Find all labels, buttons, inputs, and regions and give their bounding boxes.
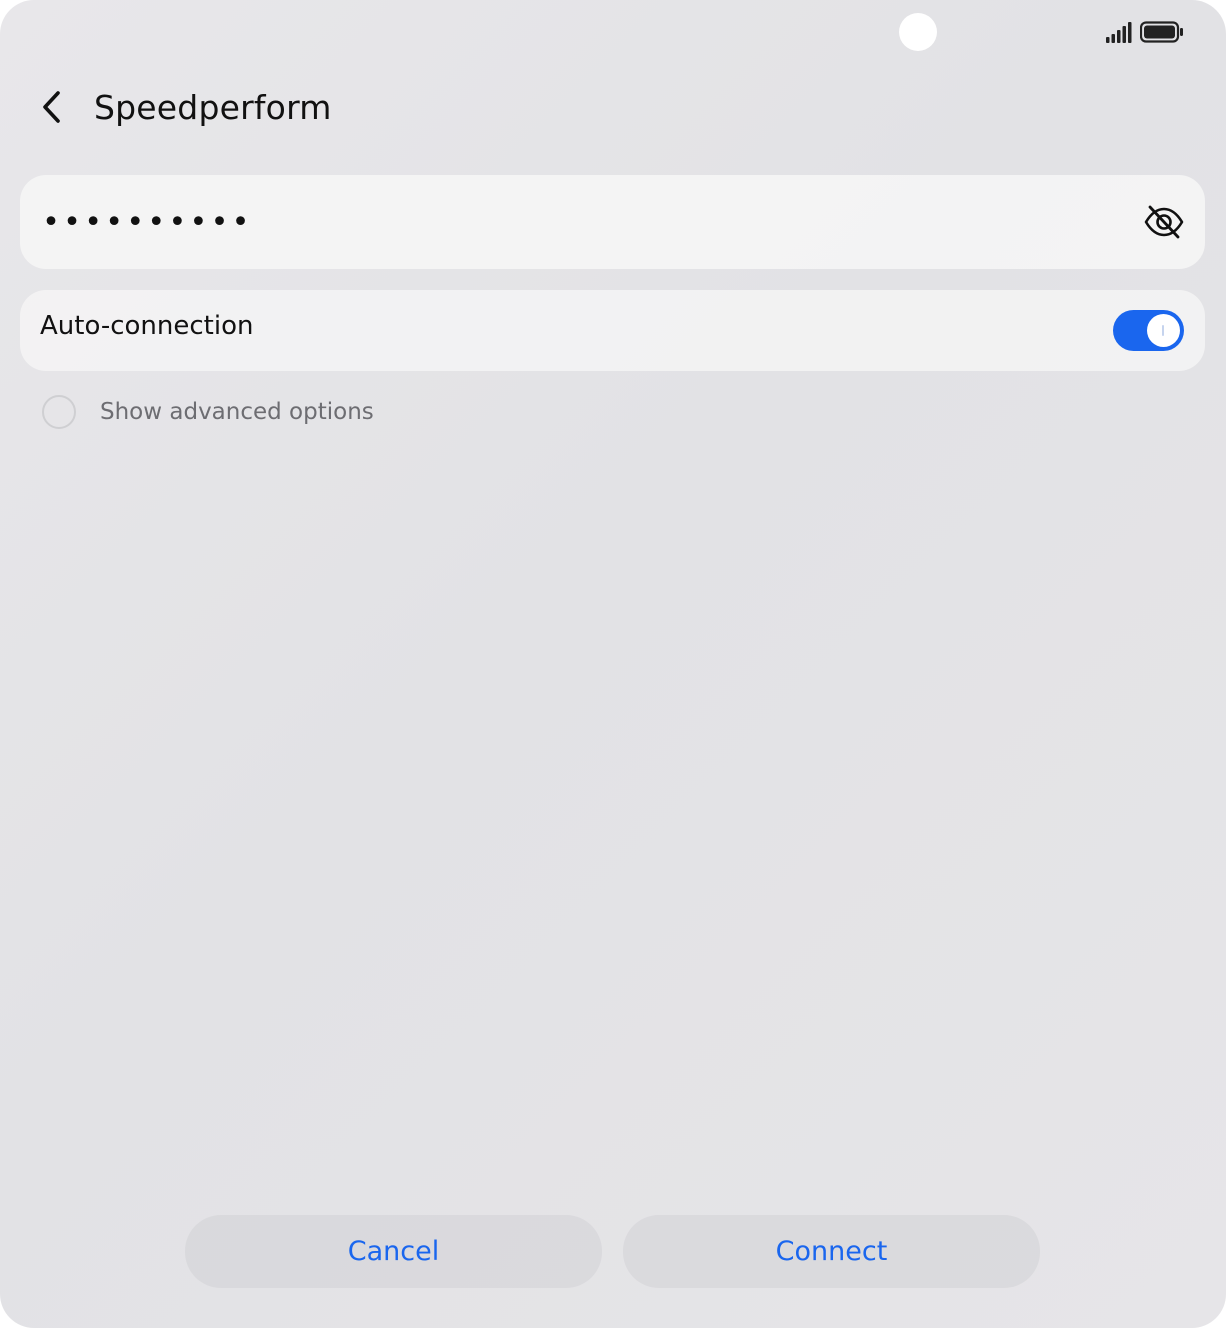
wifi-connect-screen: Speedperform Auto-connection Show advanc… (0, 0, 1226, 1328)
battery-full-icon (1140, 21, 1183, 43)
cancel-button[interactable]: Cancel (185, 1215, 602, 1288)
password-field-card (20, 175, 1205, 269)
auto-connection-toggle[interactable] (1113, 310, 1184, 351)
password-input[interactable] (42, 195, 1122, 249)
eye-off-icon (1144, 205, 1184, 239)
auto-connection-label: Auto-connection (40, 311, 254, 341)
toggle-knob (1147, 314, 1180, 347)
front-camera-cutout (899, 13, 937, 51)
connect-button[interactable]: Connect (623, 1215, 1040, 1288)
back-button[interactable] (40, 80, 80, 134)
page-title: Speedperform (94, 87, 332, 127)
header: Speedperform (40, 80, 332, 134)
toggle-password-visibility-button[interactable] (1142, 200, 1186, 244)
advanced-options-label: Show advanced options (100, 399, 374, 425)
advanced-options-checkbox[interactable] (42, 395, 76, 429)
auto-connection-row: Auto-connection (20, 290, 1205, 371)
signal-bars-icon (1106, 22, 1132, 43)
chevron-left-icon (43, 91, 60, 123)
show-advanced-options-row[interactable]: Show advanced options (42, 394, 374, 430)
